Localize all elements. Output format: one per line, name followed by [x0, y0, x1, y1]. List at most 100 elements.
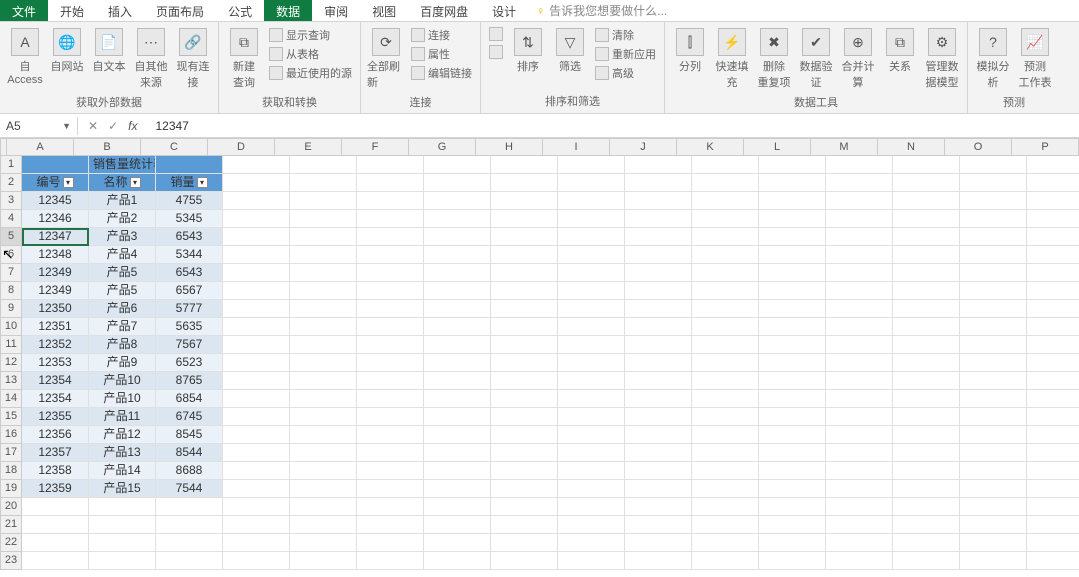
cell-C1[interactable] — [156, 156, 223, 174]
cell-K3[interactable] — [692, 192, 759, 210]
cell-G8[interactable] — [424, 282, 491, 300]
cell-O20[interactable] — [960, 498, 1027, 516]
cell-G4[interactable] — [424, 210, 491, 228]
cell-K6[interactable] — [692, 246, 759, 264]
cell-G6[interactable] — [424, 246, 491, 264]
cell-I17[interactable] — [558, 444, 625, 462]
cell-D11[interactable] — [223, 336, 290, 354]
cell-C15[interactable]: 6745 — [156, 408, 223, 426]
cell-L6[interactable] — [759, 246, 826, 264]
cell-H8[interactable] — [491, 282, 558, 300]
cell-F3[interactable] — [357, 192, 424, 210]
col-header-M[interactable]: M — [811, 138, 878, 156]
cell-J18[interactable] — [625, 462, 692, 480]
cell-L23[interactable] — [759, 552, 826, 570]
conn-row-1[interactable]: 属性 — [409, 45, 474, 63]
cell-K17[interactable] — [692, 444, 759, 462]
cell-A18[interactable]: 12358 — [22, 462, 89, 480]
sort-row-1[interactable]: 重新应用 — [593, 45, 658, 63]
cell-E6[interactable] — [290, 246, 357, 264]
cell-N16[interactable] — [893, 426, 960, 444]
cell-P5[interactable] — [1027, 228, 1079, 246]
cell-H20[interactable] — [491, 498, 558, 516]
tool-4[interactable]: ⊕合并计算 — [839, 26, 877, 92]
cell-H14[interactable] — [491, 390, 558, 408]
row-header-13[interactable]: 13 — [0, 372, 22, 390]
cell-D9[interactable] — [223, 300, 290, 318]
cell-L11[interactable] — [759, 336, 826, 354]
cell-E10[interactable] — [290, 318, 357, 336]
cell-N4[interactable] — [893, 210, 960, 228]
cell-A4[interactable]: 12346 — [22, 210, 89, 228]
cell-P6[interactable] — [1027, 246, 1079, 264]
cell-J21[interactable] — [625, 516, 692, 534]
filter-button[interactable]: ▽ 筛选 — [551, 26, 589, 76]
query-row-0[interactable]: 显示查询 — [267, 26, 354, 44]
cell-J6[interactable] — [625, 246, 692, 264]
cell-E22[interactable] — [290, 534, 357, 552]
cell-F12[interactable] — [357, 354, 424, 372]
cell-K16[interactable] — [692, 426, 759, 444]
cell-A19[interactable]: 12359 — [22, 480, 89, 498]
cell-A9[interactable]: 12350 — [22, 300, 89, 318]
cell-H21[interactable] — [491, 516, 558, 534]
cell-F15[interactable] — [357, 408, 424, 426]
cell-B3[interactable]: 产品1 — [89, 192, 156, 210]
cell-B20[interactable] — [89, 498, 156, 516]
cell-K2[interactable] — [692, 174, 759, 192]
row-header-14[interactable]: 14 — [0, 390, 22, 408]
cell-K19[interactable] — [692, 480, 759, 498]
cell-D16[interactable] — [223, 426, 290, 444]
cell-O18[interactable] — [960, 462, 1027, 480]
cell-B11[interactable]: 产品8 — [89, 336, 156, 354]
cell-A1[interactable] — [22, 156, 89, 174]
cell-A6[interactable]: 12348 — [22, 246, 89, 264]
cell-L9[interactable] — [759, 300, 826, 318]
cell-L4[interactable] — [759, 210, 826, 228]
cell-F6[interactable] — [357, 246, 424, 264]
cell-C19[interactable]: 7544 — [156, 480, 223, 498]
cell-N2[interactable] — [893, 174, 960, 192]
cell-A23[interactable] — [22, 552, 89, 570]
cell-E9[interactable] — [290, 300, 357, 318]
cell-G1[interactable] — [424, 156, 491, 174]
cell-C22[interactable] — [156, 534, 223, 552]
col-header-K[interactable]: K — [677, 138, 744, 156]
cell-B19[interactable]: 产品15 — [89, 480, 156, 498]
cell-N12[interactable] — [893, 354, 960, 372]
filter-arrow-icon[interactable]: ▾ — [197, 177, 208, 188]
cell-F7[interactable] — [357, 264, 424, 282]
row-header-1[interactable]: 1 — [0, 156, 22, 174]
cell-M8[interactable] — [826, 282, 893, 300]
cell-E2[interactable] — [290, 174, 357, 192]
cell-N13[interactable] — [893, 372, 960, 390]
cell-G14[interactable] — [424, 390, 491, 408]
cell-K20[interactable] — [692, 498, 759, 516]
cell-D15[interactable] — [223, 408, 290, 426]
ext-4[interactable]: 🔗现有连接 — [174, 26, 212, 92]
cell-G11[interactable] — [424, 336, 491, 354]
row-header-16[interactable]: 16 — [0, 426, 22, 444]
cell-J15[interactable] — [625, 408, 692, 426]
cell-L7[interactable] — [759, 264, 826, 282]
query-row-2[interactable]: 最近使用的源 — [267, 64, 354, 82]
tool-3[interactable]: ✔数据验 证 — [797, 26, 835, 92]
row-header-17[interactable]: 17 — [0, 444, 22, 462]
cell-G22[interactable] — [424, 534, 491, 552]
cell-B8[interactable]: 产品5 — [89, 282, 156, 300]
row-header-10[interactable]: 10 — [0, 318, 22, 336]
row-header-15[interactable]: 15 — [0, 408, 22, 426]
cell-C6[interactable]: 5344 — [156, 246, 223, 264]
cell-J3[interactable] — [625, 192, 692, 210]
cell-E20[interactable] — [290, 498, 357, 516]
cell-N20[interactable] — [893, 498, 960, 516]
cell-H10[interactable] — [491, 318, 558, 336]
cell-F16[interactable] — [357, 426, 424, 444]
cell-A8[interactable]: 12349 — [22, 282, 89, 300]
cell-G13[interactable] — [424, 372, 491, 390]
cell-O5[interactable] — [960, 228, 1027, 246]
cell-N21[interactable] — [893, 516, 960, 534]
cell-O19[interactable] — [960, 480, 1027, 498]
cell-H9[interactable] — [491, 300, 558, 318]
cell-G2[interactable] — [424, 174, 491, 192]
